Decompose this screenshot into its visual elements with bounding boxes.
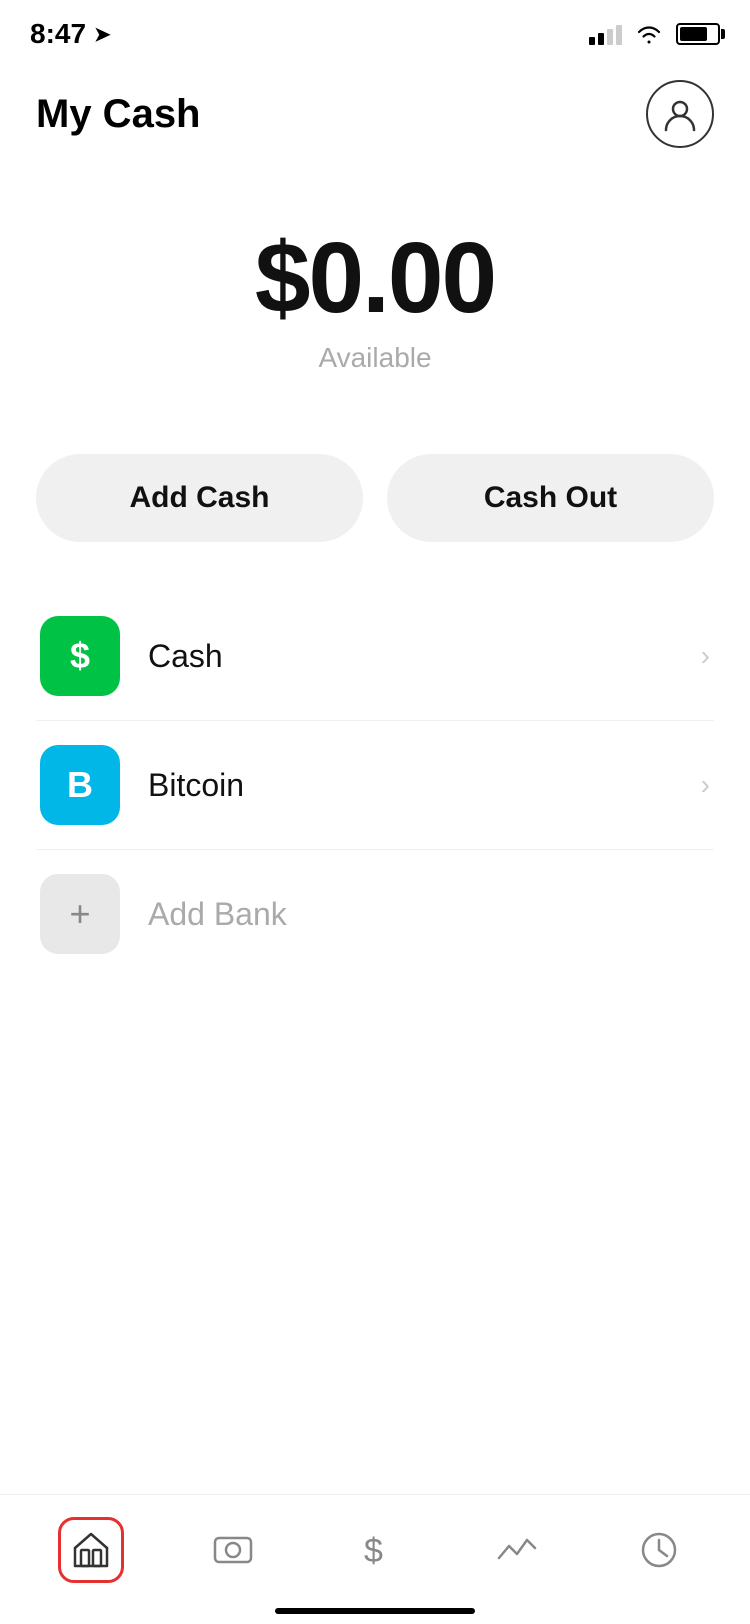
bitcoin-icon-text: B <box>67 764 93 806</box>
bitcoin-icon-bg: B <box>40 745 120 825</box>
activity-icon-wrap <box>495 1528 539 1572</box>
bitcoin-chevron-icon: › <box>701 769 710 801</box>
clock-icon <box>637 1528 681 1572</box>
wifi-icon <box>636 24 662 44</box>
add-cash-button[interactable]: Add Cash <box>36 454 363 542</box>
add-bank-icon-bg: + <box>40 874 120 954</box>
nav-history[interactable] <box>609 1510 709 1590</box>
balance-label: Available <box>0 342 750 374</box>
pay-icon-wrap: $ <box>353 1528 397 1572</box>
battery-icon <box>676 23 720 45</box>
home-icon-wrap <box>58 1517 124 1583</box>
add-bank-label: Add Bank <box>148 896 710 933</box>
profile-button[interactable] <box>646 80 714 148</box>
cash-icon-text: $ <box>70 635 90 677</box>
balance-amount: $0.00 <box>0 228 750 328</box>
bitcoin-label: Bitcoin <box>148 767 701 804</box>
history-icon-wrap <box>637 1528 681 1572</box>
home-icon <box>69 1528 113 1572</box>
status-icons <box>589 23 720 45</box>
time-display: 8:47 <box>30 18 86 50</box>
activity-icon <box>495 1528 539 1572</box>
location-icon: ➤ <box>94 22 111 47</box>
add-bank-plus-icon: + <box>69 893 90 935</box>
cash-label: Cash <box>148 638 701 675</box>
dollar-icon: $ <box>353 1528 397 1572</box>
card-icon <box>211 1528 255 1572</box>
header: My Cash <box>0 60 750 158</box>
bottom-nav: $ <box>0 1494 750 1624</box>
page-title: My Cash <box>36 92 201 137</box>
nav-home[interactable] <box>41 1510 141 1590</box>
cash-list-item[interactable]: $ Cash › <box>0 592 750 720</box>
cash-chevron-icon: › <box>701 640 710 672</box>
svg-text:$: $ <box>364 1532 383 1570</box>
nav-pay[interactable]: $ <box>325 1510 425 1590</box>
add-bank-list-item[interactable]: + Add Bank <box>0 850 750 978</box>
signal-icon <box>589 23 622 45</box>
list-section: $ Cash › B Bitcoin › + Add Bank <box>0 562 750 1008</box>
balance-section: $0.00 Available <box>0 158 750 404</box>
cash-icon-bg: $ <box>40 616 120 696</box>
card-icon-wrap <box>211 1528 255 1572</box>
action-buttons: Add Cash Cash Out <box>0 404 750 562</box>
bitcoin-list-item[interactable]: B Bitcoin › <box>0 721 750 849</box>
home-indicator <box>275 1608 475 1614</box>
nav-activity[interactable] <box>467 1510 567 1590</box>
nav-card[interactable] <box>183 1510 283 1590</box>
cash-out-button[interactable]: Cash Out <box>387 454 714 542</box>
status-time: 8:47 ➤ <box>30 18 111 50</box>
status-bar: 8:47 ➤ <box>0 0 750 60</box>
profile-icon <box>660 94 700 134</box>
